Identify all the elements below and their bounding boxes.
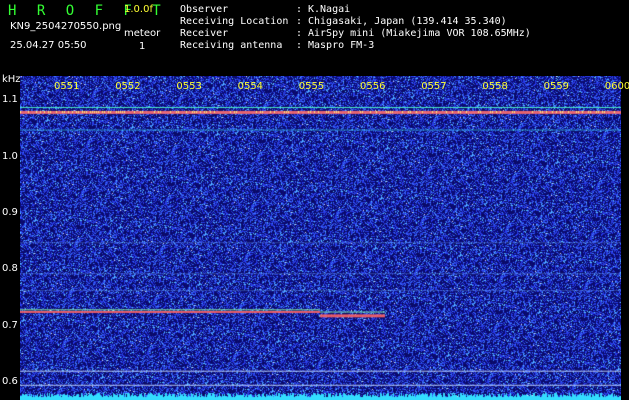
info-sep-observer: : bbox=[296, 4, 303, 15]
info-sep-location: : bbox=[296, 16, 303, 27]
info-label-observer: Observer bbox=[180, 4, 229, 15]
info-sep-antenna: : bbox=[296, 40, 303, 51]
info-label-location: Receiving Location bbox=[180, 16, 289, 27]
x-tick-label: 0554 bbox=[237, 81, 264, 92]
filename-label: KN9_2504270550.png bbox=[10, 21, 122, 32]
app-version: 1.0.0f bbox=[124, 4, 153, 15]
x-tick-label: 0551 bbox=[54, 81, 80, 92]
y-tick-label: 1.0 bbox=[2, 150, 18, 162]
y-tick-label: 0.7 bbox=[2, 319, 18, 331]
y-tick-label: 1.1 bbox=[2, 94, 18, 106]
x-tick-label: 0555 bbox=[298, 81, 325, 92]
category-value: 1 bbox=[139, 41, 146, 52]
category-label: meteor bbox=[124, 28, 161, 39]
x-tick-label: 0553 bbox=[176, 81, 202, 92]
y-tick-label: 0.6 bbox=[2, 376, 18, 388]
x-tick-label: 0552 bbox=[115, 81, 141, 92]
x-tick-label: 0559 bbox=[543, 81, 570, 92]
x-tick-label: 0557 bbox=[421, 81, 447, 92]
x-tick-label: 0600 bbox=[604, 81, 629, 92]
y-tick-label: 0.9 bbox=[2, 207, 18, 219]
info-value-location: Chigasaki, Japan (139.414 35.340) bbox=[308, 16, 507, 27]
spectrogram-canvas bbox=[20, 76, 621, 400]
x-tick-label: 0558 bbox=[482, 81, 508, 92]
y-tick-label: 0.8 bbox=[2, 263, 18, 275]
timestamp-label: 25.04.27 05:50 bbox=[10, 40, 87, 51]
info-sep-receiver: : bbox=[296, 28, 303, 39]
info-value-antenna: Maspro FM-3 bbox=[308, 40, 375, 51]
x-tick-label: 0556 bbox=[360, 81, 386, 92]
info-label-receiver: Receiver bbox=[180, 28, 229, 39]
info-label-antenna: Receiving antenna bbox=[180, 40, 283, 51]
info-value-receiver: AirSpy mini (Miakejima VOR 108.65MHz) bbox=[308, 28, 531, 39]
info-value-observer: K.Nagai bbox=[308, 4, 351, 15]
y-axis-unit-label: kHz bbox=[2, 74, 21, 85]
